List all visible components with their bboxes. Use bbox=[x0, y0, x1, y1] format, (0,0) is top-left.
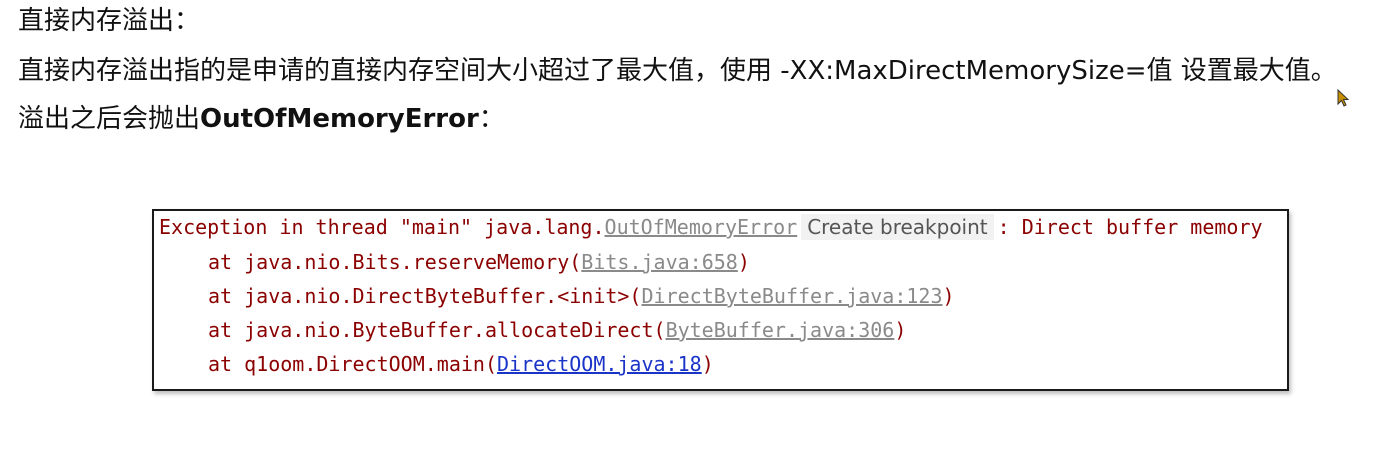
thrown-error-suffix: ： bbox=[478, 104, 505, 134]
exception-message: : Direct buffer memory bbox=[997, 215, 1263, 239]
frame-method: at java.nio.DirectByteBuffer.<init>( bbox=[208, 284, 642, 308]
frame-source-link[interactable]: Bits.java:658 bbox=[581, 250, 738, 274]
exception-class-link[interactable]: OutOfMemoryError bbox=[605, 215, 798, 239]
error-class-name: OutOfMemoryError bbox=[200, 104, 479, 134]
exception-prefix: Exception in thread "main" java.lang. bbox=[159, 215, 605, 239]
thrown-error-text: 溢出之后会抛出OutOfMemoryError： bbox=[18, 102, 505, 136]
stack-frame: at q1oom.DirectOOM.main(DirectOOM.java:1… bbox=[208, 350, 714, 378]
section-heading: 直接内存溢出： bbox=[18, 6, 201, 36]
description-text: 直接内存溢出指的是申请的直接内存空间大小超过了最大值，使用 -XX:MaxDir… bbox=[18, 56, 1337, 86]
frame-source-link[interactable]: DirectByteBuffer.java:123 bbox=[641, 284, 942, 308]
frame-close-paren: ) bbox=[701, 352, 714, 376]
console-output-panel: Exception in thread "main" java.lang.Out… bbox=[152, 209, 1289, 391]
frame-close-paren: ) bbox=[894, 318, 907, 342]
frame-method: at java.nio.ByteBuffer.allocateDirect( bbox=[208, 318, 666, 342]
mouse-cursor-icon bbox=[1337, 89, 1350, 107]
stack-frame: at java.nio.ByteBuffer.allocateDirect(By… bbox=[208, 316, 906, 344]
thrown-error-prefix: 溢出之后会抛出 bbox=[18, 104, 201, 134]
frame-close-paren: ) bbox=[737, 250, 750, 274]
frame-method: at java.nio.Bits.reserveMemory( bbox=[208, 250, 582, 274]
frame-method: at q1oom.DirectOOM.main( bbox=[208, 352, 497, 376]
frame-source-link[interactable]: DirectOOM.java:18 bbox=[497, 352, 702, 376]
stack-frame: at java.nio.DirectByteBuffer.<init>(Dire… bbox=[208, 282, 955, 310]
frame-close-paren: ) bbox=[942, 284, 955, 308]
frame-source-link[interactable]: ByteBuffer.java:306 bbox=[666, 318, 895, 342]
exception-line: Exception in thread "main" java.lang.Out… bbox=[159, 213, 1263, 241]
create-breakpoint-button[interactable]: Create breakpoint bbox=[801, 214, 994, 240]
stack-frame: at java.nio.Bits.reserveMemory(Bits.java… bbox=[208, 248, 750, 276]
